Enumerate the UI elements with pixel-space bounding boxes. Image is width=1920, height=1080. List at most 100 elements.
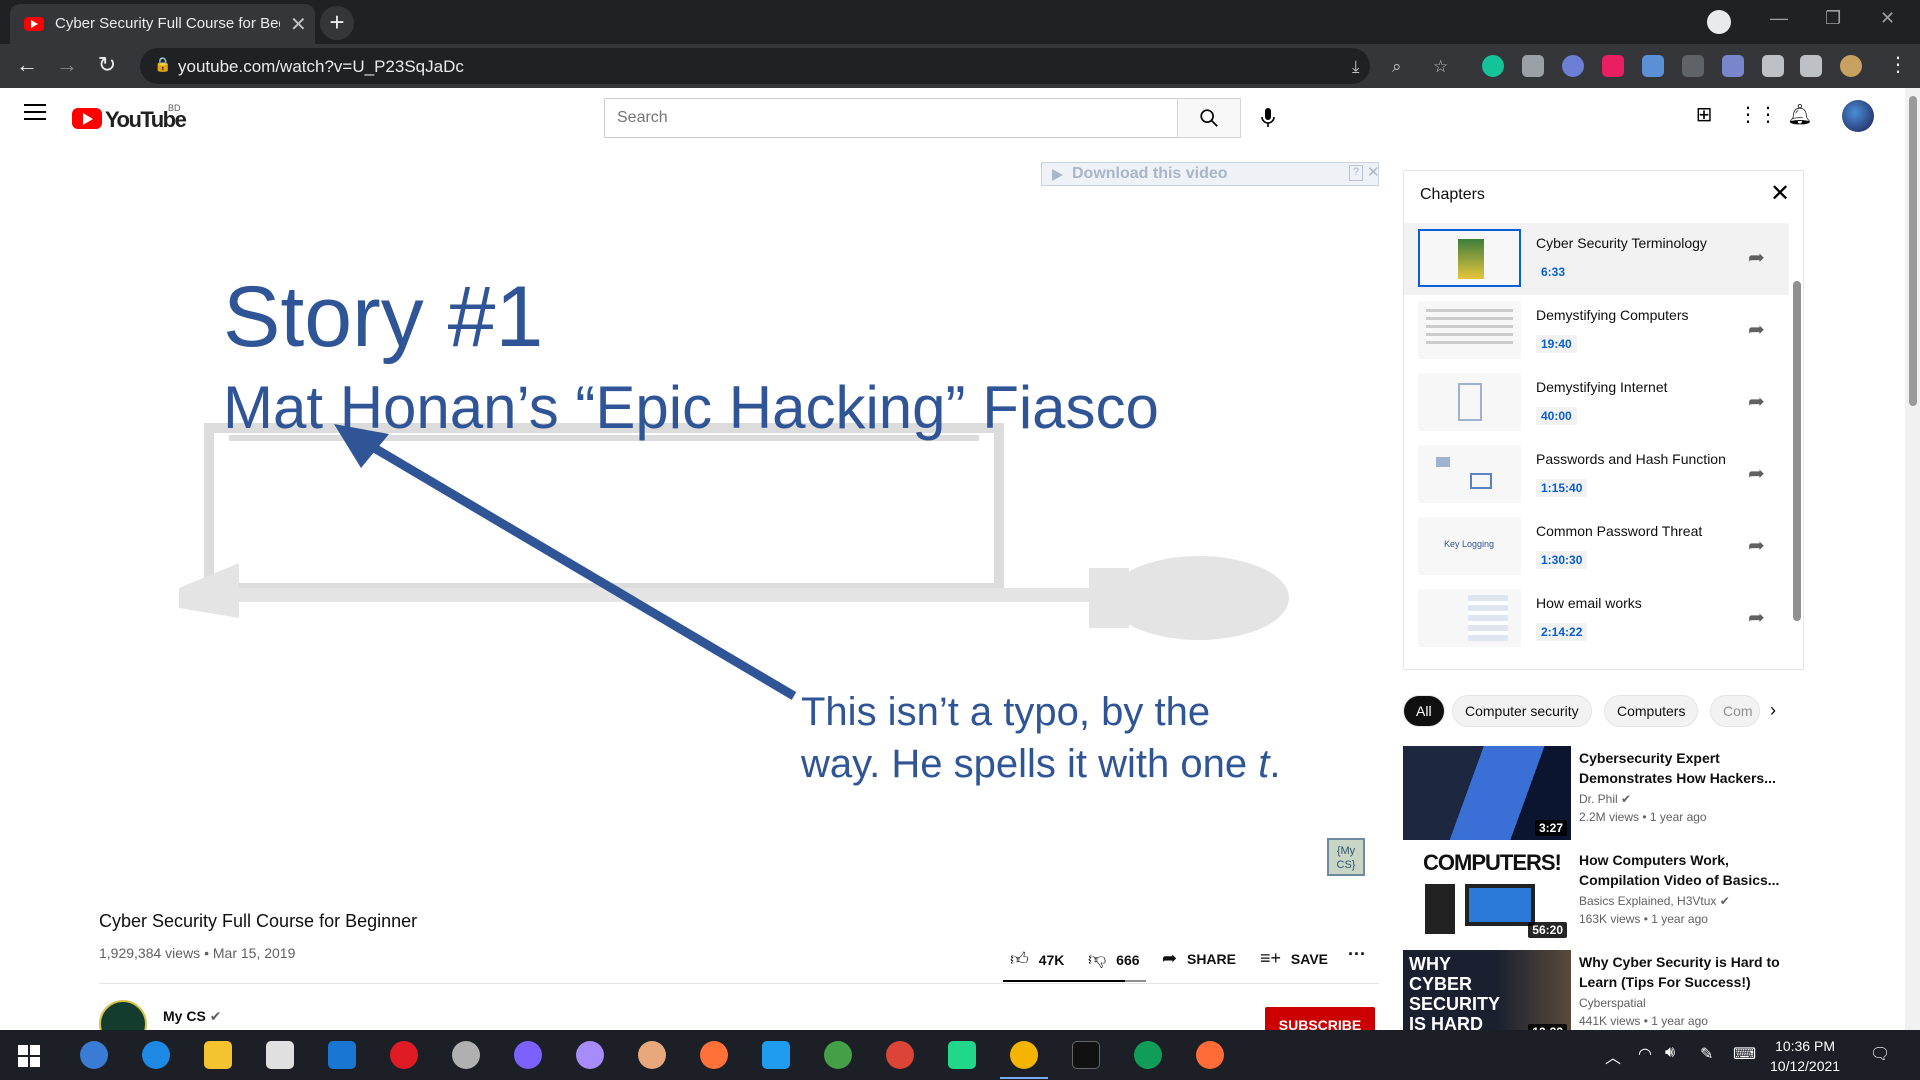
account-avatar[interactable] — [1842, 100, 1874, 132]
flag-extension-icon[interactable] — [1602, 55, 1624, 77]
share-icon[interactable]: ➦ — [1748, 245, 1765, 270]
chrome-menu-icon[interactable]: ⋮ — [1888, 52, 1908, 77]
chapter-item[interactable]: Key Logging Common Password Threat 1:30:… — [1404, 511, 1789, 583]
chip-computers[interactable]: Computers — [1604, 695, 1699, 727]
grammarly-extension-icon[interactable] — [1482, 55, 1504, 77]
page-scrollbar[interactable] — [1905, 88, 1920, 1030]
firefox-icon[interactable] — [700, 1041, 728, 1069]
download-extension-icon[interactable] — [1642, 55, 1664, 77]
edge-icon[interactable] — [142, 1041, 170, 1069]
qbittorrent-icon[interactable] — [80, 1041, 108, 1069]
volume-icon[interactable]: 🔊︎ — [1665, 1044, 1675, 1062]
video-player[interactable]: Story #1 Mat Honan’s “Epic Hacking” Fias… — [99, 168, 1379, 888]
hamburger-menu-icon[interactable] — [24, 104, 46, 125]
more-actions-button[interactable]: ··· — [1348, 944, 1366, 965]
install-icon[interactable]: ⤓ — [1352, 57, 1360, 77]
tab-close-icon[interactable]: ✕ — [290, 12, 307, 37]
github-icon[interactable] — [576, 1041, 604, 1069]
satellite-app-icon[interactable] — [452, 1041, 480, 1069]
globe-app-icon[interactable] — [824, 1041, 852, 1069]
like-button[interactable]: 👍︎ 47K — [1010, 948, 1064, 970]
close-window-icon[interactable]: ✕ — [1880, 8, 1895, 29]
camera-extension-icon[interactable] — [1522, 55, 1544, 77]
browser-tab[interactable]: Cyber Security Full Course for Beginner … — [10, 4, 315, 44]
save-button[interactable]: ≡+ SAVE — [1260, 948, 1328, 969]
keyboard-icon[interactable]: ⌨ — [1733, 1044, 1756, 1064]
thumbs-down-icon: 👎︎ — [1088, 949, 1107, 969]
pycharm-icon[interactable] — [948, 1041, 976, 1069]
recommended-video[interactable]: 3:27 Cybersecurity Expert Demonstrates H… — [1403, 746, 1803, 840]
search-icon — [1200, 109, 1218, 127]
bookmark-star-icon[interactable]: ☆ — [1433, 57, 1448, 77]
minimize-icon[interactable]: — — [1770, 8, 1788, 29]
paint-icon[interactable] — [638, 1041, 666, 1069]
vscode-icon[interactable] — [762, 1041, 790, 1069]
share-icon[interactable]: ➦ — [1748, 317, 1765, 342]
forward-icon[interactable]: → — [52, 52, 82, 78]
chrome-profile-icon[interactable] — [1134, 1041, 1162, 1069]
chrome-icon[interactable] — [886, 1041, 914, 1069]
opera-icon[interactable] — [390, 1041, 418, 1069]
profile-dropdown-icon[interactable] — [1707, 10, 1731, 34]
pen-icon[interactable]: ✎ — [1700, 1044, 1713, 1064]
notification-center-icon[interactable]: 🗨︎ — [1870, 1044, 1890, 1064]
profile-avatar-icon[interactable] — [1840, 55, 1862, 77]
terminal-icon[interactable] — [1072, 1041, 1100, 1069]
voice-search-button[interactable] — [1250, 100, 1286, 136]
create-video-icon[interactable]: ⊞ — [1690, 102, 1718, 130]
download-video-overlay[interactable]: Download this video ? ✕ — [1041, 162, 1380, 186]
new-tab-button[interactable]: + — [320, 6, 354, 40]
page-scroll-thumb[interactable] — [1909, 96, 1917, 406]
chapter-item[interactable]: Cyber Security Terminology 6:33 ➦ — [1404, 223, 1789, 295]
chapter-item[interactable]: How email works 2:14:22 ➦ — [1404, 583, 1789, 655]
close-chapters-icon[interactable]: ✕ — [1770, 179, 1790, 208]
postman-icon[interactable] — [1196, 1041, 1224, 1069]
apps-grid-icon[interactable]: ⋮⋮ — [1738, 102, 1778, 130]
channel-name[interactable]: My CS ✔ — [163, 1008, 221, 1025]
wifi-icon[interactable]: ◠ — [1638, 1044, 1652, 1064]
chip-all[interactable]: All — [1403, 695, 1445, 727]
recommended-video[interactable]: COMPUTERS! 56:20 How Computers Work, Com… — [1403, 848, 1803, 942]
share-icon[interactable]: ➦ — [1748, 605, 1765, 630]
chevron-right-icon[interactable]: › — [1770, 700, 1776, 721]
share-button[interactable]: ➦ SHARE — [1162, 948, 1236, 969]
chapter-item[interactable]: Demystifying Computers 19:40 ➦ — [1404, 295, 1789, 367]
recommended-title: Cybersecurity Expert Demonstrates How Ha… — [1579, 750, 1776, 786]
reload-icon[interactable]: ↻ — [92, 52, 122, 78]
pen-extension-icon[interactable] — [1722, 55, 1744, 77]
video-stats: 1,929,384 views • Mar 15, 2019 — [99, 945, 296, 961]
search-input[interactable] — [605, 99, 1177, 137]
search-button[interactable] — [1177, 98, 1241, 138]
reading-list-icon[interactable] — [1800, 55, 1822, 77]
store-icon[interactable] — [266, 1041, 294, 1069]
help-icon[interactable]: ? — [1349, 165, 1363, 181]
chevron-up-icon[interactable]: ︿ — [1605, 1044, 1621, 1068]
chrome-active-icon[interactable] — [1000, 1041, 1048, 1079]
channel-watermark[interactable]: {My CS} — [1327, 838, 1365, 876]
zoom-icon[interactable]: ⌕ — [1392, 57, 1402, 77]
address-bar[interactable]: 🔒 youtube.com/watch?v=U_P23SqJaDc ⤓ ⌕ ☆ — [140, 48, 1448, 84]
globe-extension-icon[interactable] — [1562, 55, 1584, 77]
share-icon[interactable]: ➦ — [1748, 389, 1765, 414]
chapters-scrollbar[interactable] — [1793, 281, 1801, 621]
back-icon[interactable]: ← — [12, 52, 42, 78]
toggle-extension-icon[interactable] — [1682, 55, 1704, 77]
file-explorer-icon[interactable] — [204, 1041, 232, 1069]
chip-computer-security[interactable]: Computer security — [1452, 695, 1592, 727]
close-overlay-icon[interactable]: ✕ — [1367, 163, 1380, 181]
restore-icon[interactable]: ❐ — [1825, 8, 1841, 29]
share-icon[interactable]: ➦ — [1748, 533, 1765, 558]
messenger-icon[interactable] — [514, 1041, 542, 1069]
chapter-item[interactable]: Passwords and Hash Function 1:15:40 ➦ — [1404, 439, 1789, 511]
recommended-stats: 441K views • 1 year ago — [1579, 1014, 1708, 1028]
share-icon[interactable]: ➦ — [1748, 461, 1765, 486]
mail-icon[interactable] — [328, 1041, 356, 1069]
chapter-time: 1:30:30 — [1536, 551, 1588, 569]
windows-start-icon[interactable] — [18, 1045, 40, 1067]
system-clock[interactable]: 10:36 PM 10/12/2021 — [1770, 1036, 1840, 1076]
dislike-button[interactable]: 👎︎ 666 — [1088, 948, 1140, 970]
chapter-item[interactable]: Demystifying Internet 40:00 ➦ — [1404, 367, 1789, 439]
chip-partial[interactable]: Com — [1710, 695, 1760, 727]
notifications-bell-icon[interactable]: 🔔︎ — [1786, 102, 1814, 130]
puzzle-extensions-icon[interactable] — [1762, 55, 1784, 77]
